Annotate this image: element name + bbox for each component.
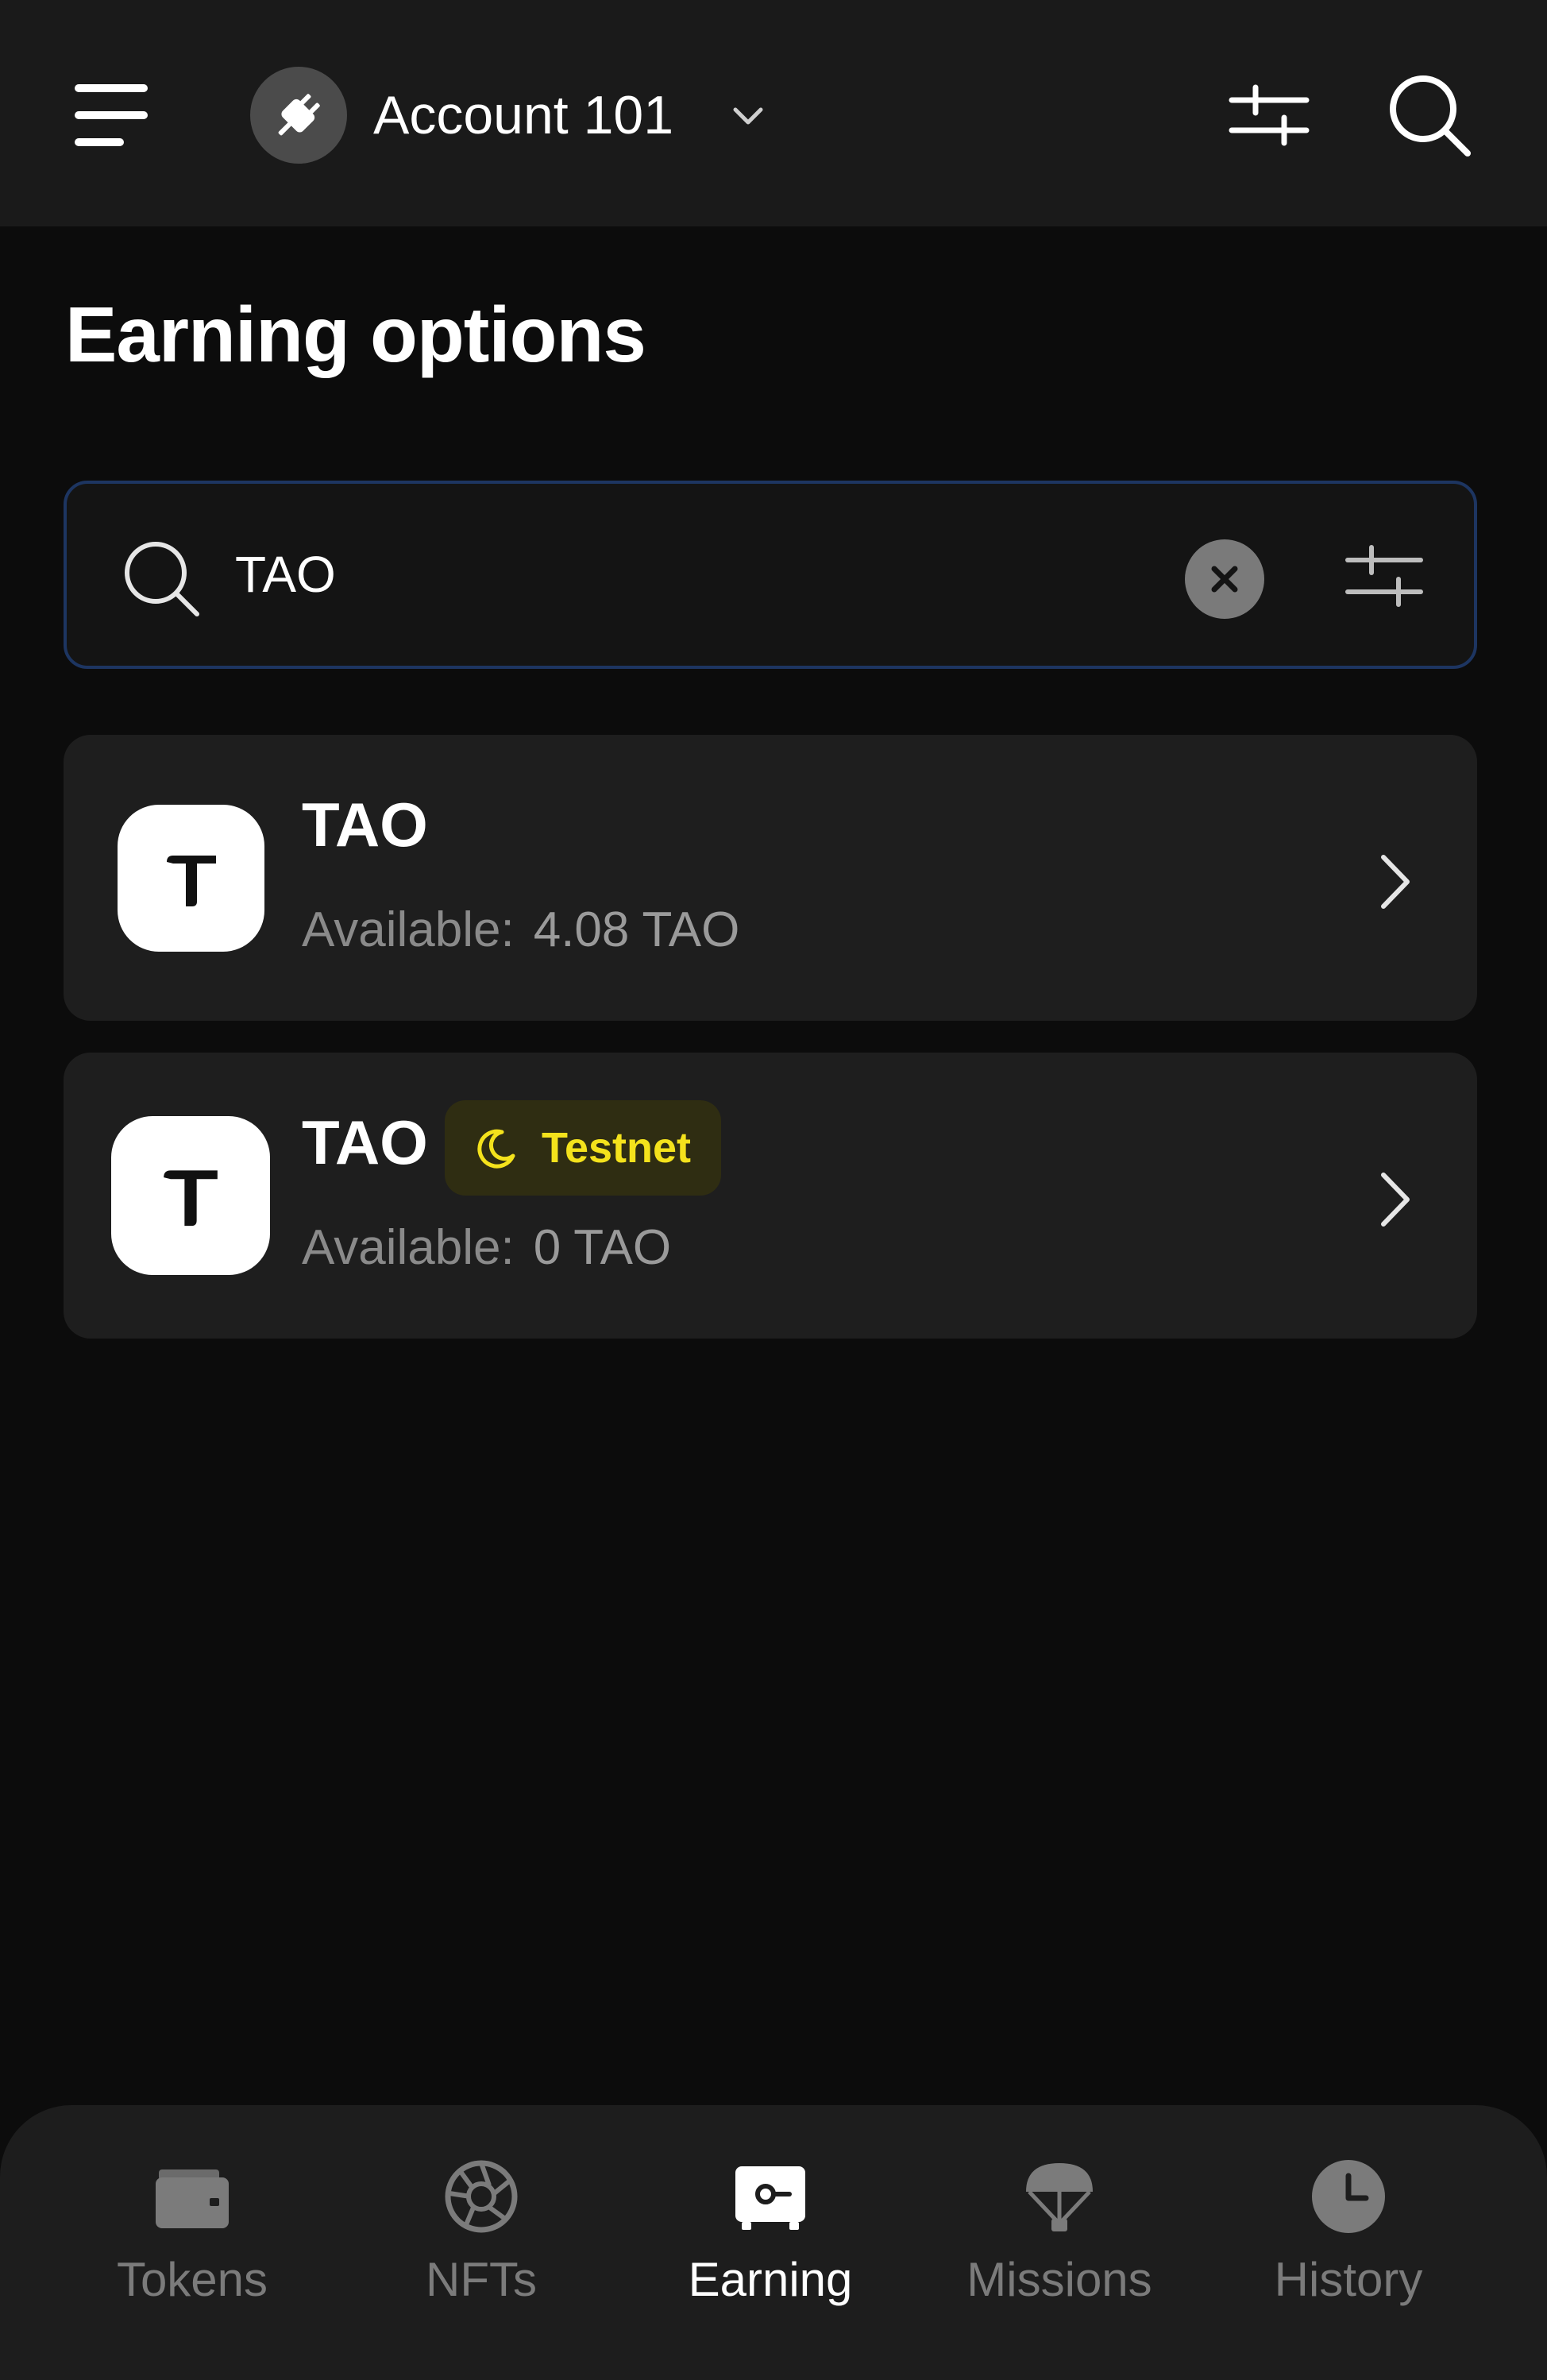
close-icon [1211, 566, 1238, 593]
nav-label: Tokens [116, 2253, 268, 2306]
wallet-icon [156, 2169, 229, 2228]
badge-label: Testnet [542, 1124, 692, 1172]
account-name: Account 101 [373, 85, 674, 145]
parachute-icon [1026, 2163, 1093, 2231]
top-header: Account 101 [0, 0, 1547, 226]
nav-label: Missions [966, 2253, 1152, 2306]
account-avatar[interactable] [250, 67, 347, 164]
chevron-down-icon[interactable] [724, 97, 772, 137]
search-bar [64, 481, 1477, 669]
nav-label: NFTs [426, 2253, 537, 2306]
chevron-right-icon [1381, 855, 1410, 909]
available-value: 4.08 TAO [533, 902, 740, 957]
header-filter-button[interactable] [1227, 79, 1314, 151]
available-label: Available: [302, 902, 515, 957]
tao-logo-icon [118, 805, 264, 952]
page-title: Earning options [65, 291, 646, 378]
nav-tab-tokens[interactable]: Tokens [57, 2141, 327, 2332]
bottom-navigation: Tokens NFTs Earning Missions History [0, 2105, 1547, 2380]
nav-tab-missions[interactable]: Missions [924, 2141, 1194, 2332]
search-input[interactable] [233, 519, 1186, 630]
nav-label: History [1274, 2253, 1423, 2306]
plug-icon [278, 94, 320, 136]
chevron-right-icon [1381, 1173, 1410, 1227]
tao-logo-icon [111, 1116, 270, 1275]
search-filter-button[interactable] [1341, 536, 1429, 616]
menu-button[interactable] [68, 79, 156, 151]
nav-label: Earning [688, 2253, 853, 2306]
token-symbol: TAO [302, 1107, 428, 1177]
clock-icon [1312, 2160, 1385, 2233]
account-selector[interactable]: Account 101 [373, 79, 673, 151]
token-symbol: TAO [302, 790, 428, 860]
safe-icon [735, 2166, 805, 2230]
menu-icon [75, 84, 148, 146]
available-balance: Available: 4.08 TAO [302, 902, 739, 958]
available-label: Available: [302, 1220, 515, 1275]
earning-option-card[interactable]: TAO Available: 4.08 TAO [64, 735, 1477, 1021]
clear-search-button[interactable] [1185, 539, 1264, 619]
sliders-icon [1229, 84, 1310, 146]
nav-tab-earning[interactable]: Earning [635, 2141, 905, 2332]
nav-tab-history[interactable]: History [1213, 2141, 1483, 2332]
moon-icon [477, 1129, 515, 1169]
testnet-badge: Testnet [445, 1100, 721, 1196]
nav-tab-nfts[interactable]: NFTs [346, 2141, 616, 2332]
available-balance: Available: 0 TAO [302, 1219, 671, 1276]
available-value: 0 TAO [533, 1220, 672, 1275]
header-search-button[interactable] [1382, 68, 1477, 163]
search-icon [1390, 75, 1471, 156]
aperture-icon [445, 2160, 518, 2233]
search-icon [125, 542, 199, 616]
sliders-icon [1345, 545, 1423, 607]
earning-option-card[interactable]: TAO Testnet Available: 0 TAO [64, 1053, 1477, 1339]
app-root: Account 101 Earning options TAO TAO Avai… [0, 0, 1547, 2380]
